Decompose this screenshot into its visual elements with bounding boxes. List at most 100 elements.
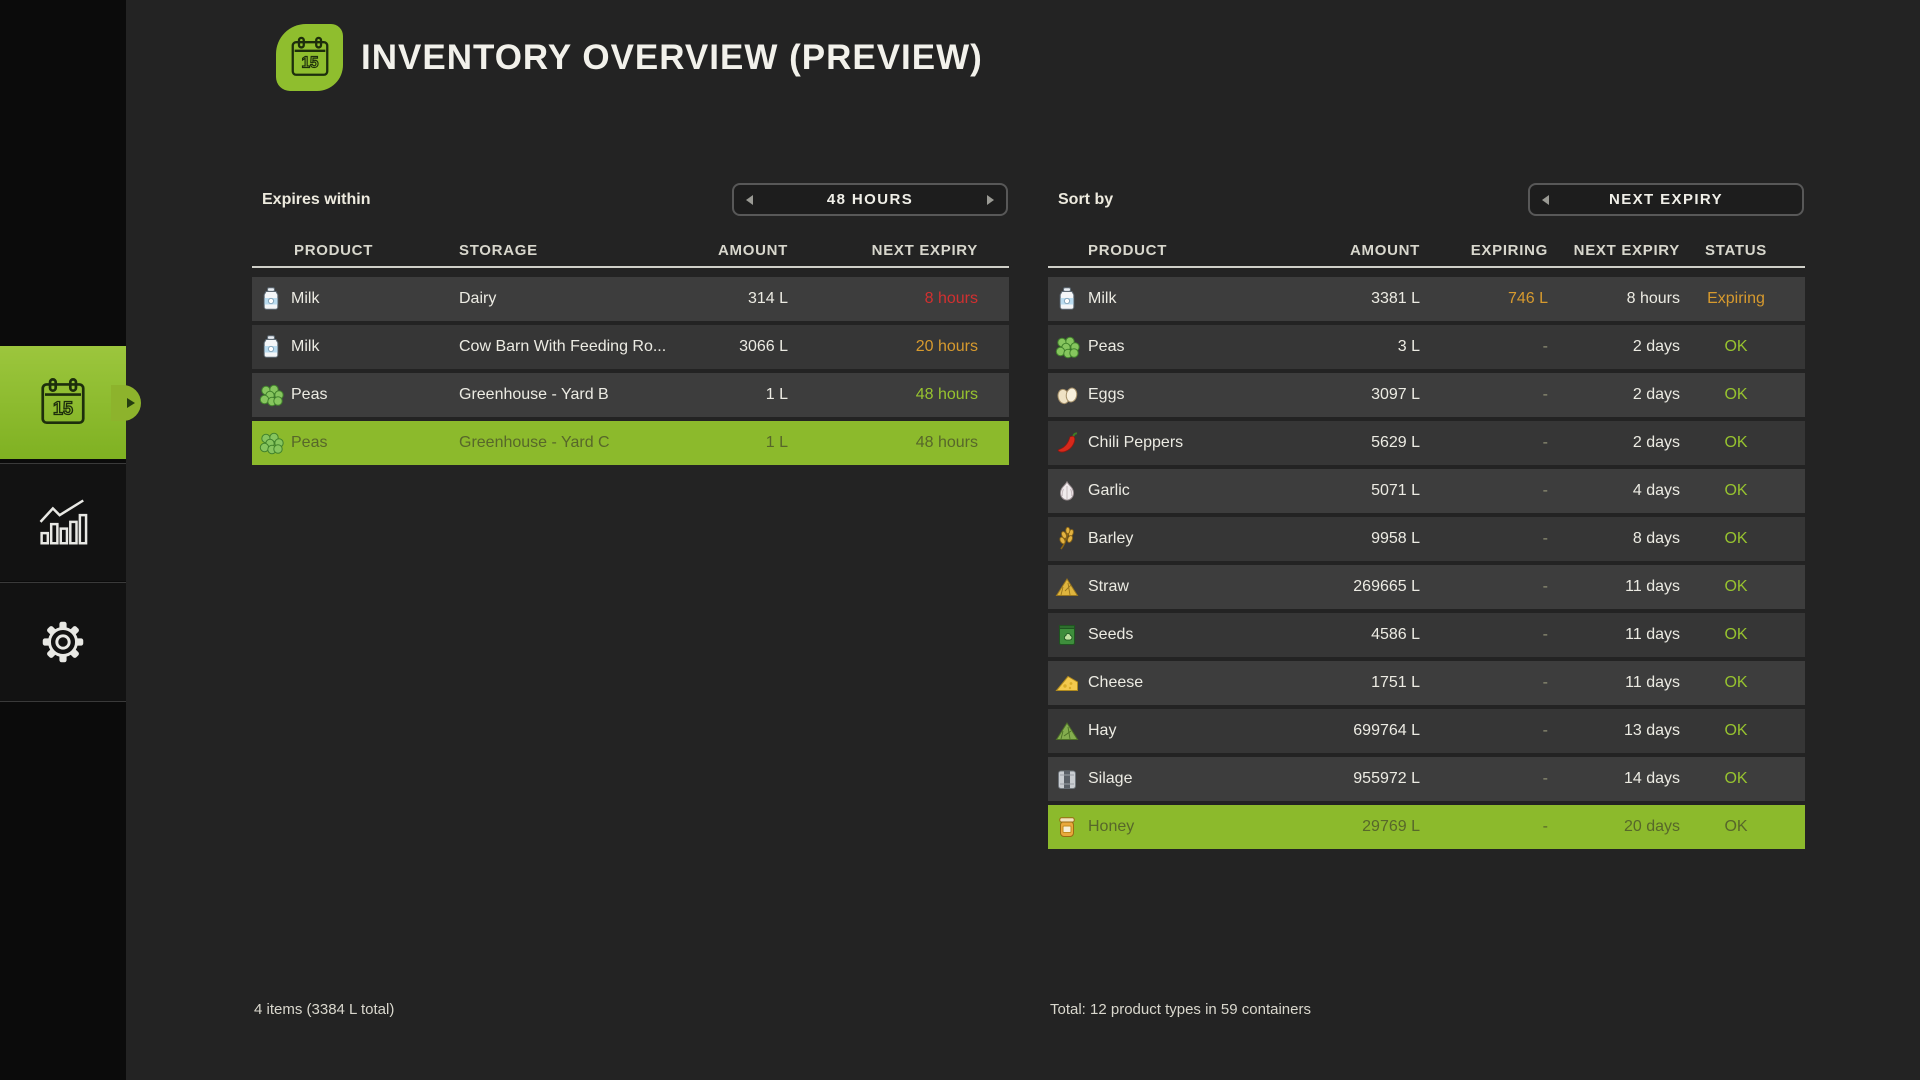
sort-by-value: NEXT EXPIRY	[1530, 185, 1802, 214]
amount-value: 9958 L	[1371, 517, 1420, 561]
expiring-value: -	[1543, 469, 1548, 513]
column-header-product: PRODUCT	[1088, 240, 1167, 262]
expiring-value: -	[1543, 421, 1548, 465]
product-row-straw[interactable]: Straw269665 L-11 daysOK	[1048, 565, 1805, 609]
expires-within-label: Expires within	[262, 183, 370, 216]
status-badge: OK	[1697, 757, 1775, 801]
status-badge: Expiring	[1697, 277, 1775, 321]
next-expiry-value: 11 days	[1625, 565, 1680, 609]
product-name: Honey	[1088, 805, 1134, 849]
next-expiry-value: 20 days	[1624, 805, 1680, 849]
product-name: Cheese	[1088, 661, 1143, 705]
next-expiry-value: 20 hours	[916, 325, 978, 369]
column-header-status: STATUS	[1697, 240, 1775, 262]
sidebar-tab-inventory[interactable]: 15	[0, 346, 126, 459]
amount-value: 3 L	[1398, 325, 1420, 369]
sidebar-tab-statistics[interactable]	[0, 463, 126, 581]
next-expiry-value: 14 days	[1624, 757, 1680, 801]
amount-value: 29769 L	[1362, 805, 1420, 849]
chili-icon	[1054, 430, 1080, 456]
status-badge: OK	[1697, 421, 1775, 465]
product-name: Peas	[291, 421, 327, 465]
product-row-garlic[interactable]: Garlic5071 L-4 daysOK	[1048, 469, 1805, 513]
sort-by-row: Sort by NEXT EXPIRY	[1048, 183, 1805, 216]
status-badge: OK	[1697, 469, 1775, 513]
product-name: Silage	[1088, 757, 1132, 801]
amount-value: 269665 L	[1353, 565, 1420, 609]
product-row-silage[interactable]: Silage955972 L-14 daysOK	[1048, 757, 1805, 801]
sort-by-selector[interactable]: NEXT EXPIRY	[1528, 183, 1804, 216]
amount-value: 1 L	[766, 421, 788, 465]
product-name: Milk	[1088, 277, 1116, 321]
column-header-product: PRODUCT	[294, 240, 373, 262]
product-name: Barley	[1088, 517, 1133, 561]
selector-prev-icon[interactable]	[746, 195, 753, 205]
expiry-row-milk[interactable]: MilkCow Barn With Feeding Ro...3066 L20 …	[252, 325, 1009, 369]
status-badge: OK	[1697, 373, 1775, 417]
product-name: Garlic	[1088, 469, 1130, 513]
sidebar-tab-settings[interactable]	[0, 582, 126, 702]
product-name: Eggs	[1088, 373, 1124, 417]
peas-icon	[1054, 334, 1080, 360]
product-row-milk[interactable]: Milk3381 L746 L8 hoursExpiring	[1048, 277, 1805, 321]
products-table-body: Milk3381 L746 L8 hoursExpiringPeas3 L-2 …	[1048, 277, 1805, 853]
product-row-honey[interactable]: Honey 29769 L - 20 days OK	[1048, 805, 1805, 849]
expiring-value: -	[1543, 373, 1548, 417]
next-expiry-value: 8 hours	[925, 277, 978, 321]
product-row-peas[interactable]: Peas3 L-2 daysOK	[1048, 325, 1805, 369]
expiring-value: -	[1543, 565, 1548, 609]
product-name: Peas	[291, 373, 327, 417]
amount-value: 699764 L	[1353, 709, 1420, 753]
active-tab-knob	[111, 385, 141, 421]
sidebar: 15	[0, 0, 126, 1080]
seeds-icon	[1054, 622, 1080, 648]
selector-next-icon[interactable]	[987, 195, 994, 205]
next-expiry-value: 48 hours	[916, 421, 978, 465]
milk-icon	[1054, 286, 1080, 312]
expiring-items-panel: Expires within 48 HOURS PRODUCTSTORAGEAM…	[252, 0, 1009, 1080]
milk-icon	[258, 286, 284, 312]
cheese-icon	[1054, 670, 1080, 696]
expiry-row-milk[interactable]: MilkDairy314 L8 hours	[252, 277, 1009, 321]
calendar-icon: 15	[36, 376, 90, 430]
product-row-barley[interactable]: Barley9958 L-8 daysOK	[1048, 517, 1805, 561]
product-row-hay[interactable]: Hay699764 L-13 daysOK	[1048, 709, 1805, 753]
eggs-icon	[1054, 382, 1080, 408]
expires-within-row: Expires within 48 HOURS	[252, 183, 1009, 216]
selector-prev-icon[interactable]	[1542, 195, 1549, 205]
product-row-chili-peppers[interactable]: Chili Peppers5629 L-2 daysOK	[1048, 421, 1805, 465]
expiring-value: -	[1543, 661, 1548, 705]
next-expiry-value: 13 days	[1624, 709, 1680, 753]
expires-within-selector[interactable]: 48 HOURS	[732, 183, 1008, 216]
expiry-table-summary: 4 items (3384 L total)	[254, 1001, 394, 1018]
expires-within-value: 48 HOURS	[734, 185, 1006, 214]
status-badge: OK	[1697, 325, 1775, 369]
expiry-row-peas[interactable]: PeasGreenhouse - Yard B1 L48 hours	[252, 373, 1009, 417]
column-header-amount: AMOUNT	[718, 240, 788, 262]
product-name: Straw	[1088, 565, 1129, 609]
next-expiry-value: 11 days	[1625, 661, 1680, 705]
product-row-eggs[interactable]: Eggs3097 L-2 daysOK	[1048, 373, 1805, 417]
status-badge: OK	[1697, 517, 1775, 561]
silage-icon	[1054, 766, 1080, 792]
active-tab-arrow-icon	[127, 398, 135, 408]
barley-icon	[1054, 526, 1080, 552]
storage-name: Dairy	[459, 277, 496, 321]
product-row-seeds[interactable]: Seeds4586 L-11 daysOK	[1048, 613, 1805, 657]
product-row-cheese[interactable]: Cheese1751 L-11 daysOK	[1048, 661, 1805, 705]
expiry-row-peas[interactable]: PeasGreenhouse - Yard C1 L48 hours	[252, 421, 1009, 465]
amount-value: 3381 L	[1371, 277, 1420, 321]
header-divider	[1048, 266, 1805, 268]
status-badge: OK	[1697, 805, 1775, 849]
next-expiry-value: 4 days	[1633, 469, 1680, 513]
hay-icon	[1054, 718, 1080, 744]
product-name: Chili Peppers	[1088, 421, 1183, 465]
products-table-header: PRODUCTAMOUNTEXPIRINGNEXT EXPIRYSTATUS	[1048, 240, 1805, 262]
product-name: Hay	[1088, 709, 1116, 753]
amount-value: 3066 L	[739, 325, 788, 369]
expiring-value: -	[1543, 613, 1548, 657]
amount-value: 314 L	[748, 277, 788, 321]
amount-value: 4586 L	[1371, 613, 1420, 657]
expiring-value: -	[1543, 805, 1548, 849]
next-expiry-value: 2 days	[1633, 373, 1680, 417]
